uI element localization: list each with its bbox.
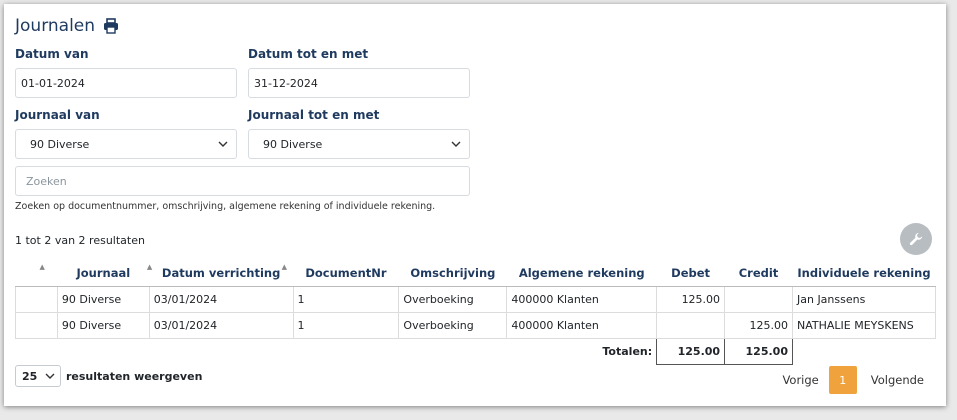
col-algemene-rekening[interactable]: Algemene rekening	[506, 260, 657, 287]
date-from-value: 01-01-2024	[21, 76, 85, 90]
page-size-label: resultaten weergeven	[66, 369, 203, 383]
col-credit[interactable]: Credit	[724, 260, 793, 287]
table-row[interactable]: 90 Diverse 03/01/2024 1 Overboeking 4000…	[15, 286, 937, 313]
date-to-label: Datum tot en met	[248, 47, 369, 61]
totals-debet: 125.00	[656, 338, 726, 365]
journal-table: ▲ ▲ Journaal ▲ Datum verrichting DocumentN…	[15, 260, 937, 365]
journal-to-label: Journaal tot en met	[248, 108, 380, 122]
col-individuele-rekening[interactable]: Individuele rekening	[792, 260, 936, 287]
col-select[interactable]: ▲	[15, 260, 58, 287]
page-size-value: 25	[22, 369, 38, 383]
journals-panel: Journalen Datum van 01-01-2024 Datum tot…	[4, 4, 946, 406]
chevron-down-icon	[451, 141, 461, 147]
totals-row: Totalen: 125.00 125.00	[16, 338, 936, 365]
page-title: Journalen	[15, 16, 119, 36]
prev-page-button[interactable]: Vorige	[772, 373, 828, 387]
page-size-control: 25 resultaten weergeven	[15, 365, 202, 387]
pagination: Vorige 1 Volgende	[772, 366, 934, 394]
date-from-input[interactable]: 01-01-2024	[15, 68, 237, 98]
date-from-label: Datum van	[15, 47, 89, 61]
journal-to-select[interactable]: 90 Diverse	[248, 129, 470, 159]
journal-from-value: 90 Diverse	[30, 137, 90, 151]
col-omschrijving[interactable]: Omschrijving	[398, 260, 507, 287]
journal-from-label: Journaal van	[15, 108, 100, 122]
search-placeholder: Zoeken	[26, 174, 67, 188]
table-row[interactable]: 90 Diverse 03/01/2024 1 Overboeking 4000…	[15, 312, 937, 339]
next-page-button[interactable]: Volgende	[857, 373, 934, 387]
table-header-row: ▲ ▲ Journaal ▲ Datum verrichting DocumentN…	[15, 260, 936, 287]
date-to-input[interactable]: 31-12-2024	[248, 68, 470, 98]
wrench-icon	[909, 232, 923, 246]
col-documentnr[interactable]: DocumentNr	[293, 260, 399, 287]
chevron-down-icon	[45, 373, 55, 379]
search-input[interactable]: Zoeken	[15, 166, 470, 196]
current-page-button[interactable]: 1	[828, 366, 857, 394]
col-journaal[interactable]: ▲ Journaal	[57, 260, 152, 287]
col-datum[interactable]: ▲ Datum verrichting	[149, 260, 293, 287]
page-size-select[interactable]: 25	[15, 365, 61, 387]
results-count: 1 tot 2 van 2 resultaten	[15, 234, 145, 247]
journal-to-value: 90 Diverse	[263, 137, 323, 151]
search-help-text: Zoeken op documentnummer, omschrijving, …	[15, 201, 436, 212]
settings-button[interactable]	[900, 223, 932, 255]
printer-icon[interactable]	[103, 18, 119, 34]
date-to-value: 31-12-2024	[254, 76, 318, 90]
totals-label: Totalen:	[602, 345, 653, 359]
chevron-down-icon	[218, 141, 228, 147]
journal-from-select[interactable]: 90 Diverse	[15, 129, 237, 159]
totals-credit: 125.00	[724, 338, 793, 365]
page-title-text: Journalen	[15, 16, 96, 36]
col-debet[interactable]: Debet	[656, 260, 725, 287]
